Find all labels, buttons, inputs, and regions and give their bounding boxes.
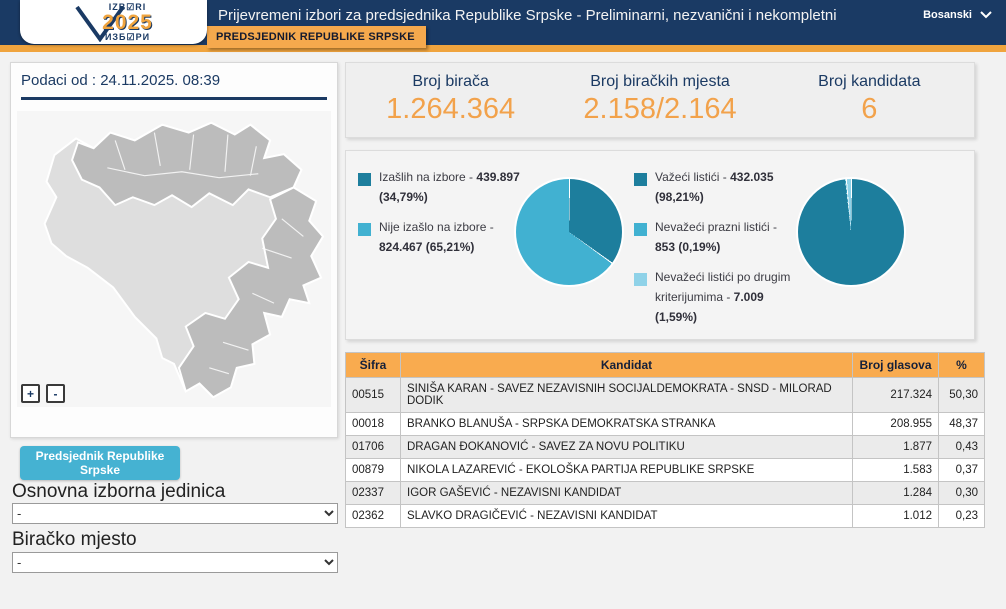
header-percent: % [939, 353, 985, 378]
legend-item: Nevažeći listići po drugim kriterijumima… [634, 267, 796, 328]
logo-text-bottom: ИЗБ☑РИ [105, 33, 150, 42]
legend-item: Nije izašlo na izbore - 824.467 (65,21%) [358, 217, 526, 258]
legend-swatch [358, 223, 371, 236]
language-selector[interactable]: Bosanski [923, 9, 992, 21]
map-zoom-out-button[interactable]: - [46, 384, 65, 403]
results-table: Šifra Kandidat Broj glasova % 00515 SINI… [345, 352, 985, 528]
map-region-rs-north[interactable] [72, 123, 301, 207]
stat-voters-label: Broj birača [346, 73, 555, 91]
turnout-pie-chart[interactable] [516, 179, 622, 285]
header-kandidat: Kandidat [401, 353, 853, 378]
legend-swatch [634, 173, 647, 186]
data-timestamp: Podaci od : 24.11.2025. 08:39 [21, 72, 327, 100]
table-row: 02362 SLAVKO DRAGIČEVIĆ - NEZAVISNI KAND… [346, 505, 985, 528]
izbori-2025-logo: IZB☑RI 2025 ИЗБ☑РИ [20, 0, 207, 44]
polling-station-select[interactable]: - [12, 552, 338, 573]
legend-swatch [634, 273, 647, 286]
table-row: 01706 DRAGAN ĐOKANOVIĆ - SAVEZ ZA NOVU P… [346, 436, 985, 459]
header-accent-bar [0, 45, 1006, 52]
stat-voters-value: 1.264.364 [346, 93, 555, 126]
bosnia-map-svg [17, 111, 331, 407]
turnout-legend: Izašlih na izbore - 439.897 (34,79%) Nij… [358, 167, 526, 267]
map-panel: Podaci od : 24.11.2025. 08:39 + - [10, 62, 338, 438]
bosnia-map[interactable]: + - [17, 111, 331, 407]
predsjednik-rs-button[interactable]: Predsjednik Republike Srpske [20, 446, 180, 480]
legend-item: Nevažeći prazni listići - 853 (0,19%) [634, 217, 796, 258]
header-sifra: Šifra [346, 353, 401, 378]
legend-item: Izašlih na izbore - 439.897 (34,79%) [358, 167, 526, 208]
header-broj-glasova: Broj glasova [853, 353, 939, 378]
stat-candidates: Broj kandidata 6 [765, 63, 974, 137]
language-label: Bosanski [923, 9, 972, 21]
summary-stats: Broj birača 1.264.364 Broj biračkih mjes… [345, 62, 975, 138]
stat-polling-stations: Broj biračkih mjesta 2.158/2.164 [555, 63, 764, 137]
stat-polling-stations-label: Broj biračkih mjesta [555, 73, 764, 91]
tab-predsjednik-republike-srpske[interactable]: PREDSJEDNIK REPUBLIKE SRPSKE [207, 26, 426, 48]
ballots-pie-chart[interactable] [798, 179, 904, 285]
stat-candidates-label: Broj kandidata [765, 73, 974, 91]
legend-item: Važeći listići - 432.035 (98,21%) [634, 167, 796, 208]
logo-year: 2025 [102, 12, 153, 33]
polling-station-label: Biračko mjesto [12, 529, 137, 551]
table-row: 00879 NIKOLA LAZAREVIĆ - EKOLOŠKA PARTIJ… [346, 459, 985, 482]
stat-polling-stations-value: 2.158/2.164 [555, 93, 764, 126]
chevron-down-icon [980, 11, 992, 19]
basic-electoral-unit-select[interactable]: - [12, 503, 338, 524]
basic-electoral-unit-label: Osnovna izborna jedinica [12, 481, 225, 503]
legend-swatch [358, 173, 371, 186]
map-zoom-in-button[interactable]: + [21, 384, 40, 403]
stat-voters: Broj birača 1.264.364 [346, 63, 555, 137]
table-row: 02337 IGOR GAŠEVIĆ - NEZAVISNI KANDIDAT … [346, 482, 985, 505]
table-header-row: Šifra Kandidat Broj glasova % [346, 353, 985, 378]
page-title: Prijevremeni izbori za predsjednika Repu… [218, 7, 838, 24]
table-row: 00018 BRANKO BLANUŠA - SRPSKA DEMOKRATSK… [346, 413, 985, 436]
ballots-legend: Važeći listići - 432.035 (98,21%) Nevaže… [634, 167, 796, 337]
stat-candidates-value: 6 [765, 93, 974, 126]
table-row: 00515 SINIŠA KARAN - SAVEZ NEZAVISNIH SO… [346, 378, 985, 413]
legend-swatch [634, 223, 647, 236]
charts-panel: Izašlih na izbore - 439.897 (34,79%) Nij… [345, 150, 975, 340]
